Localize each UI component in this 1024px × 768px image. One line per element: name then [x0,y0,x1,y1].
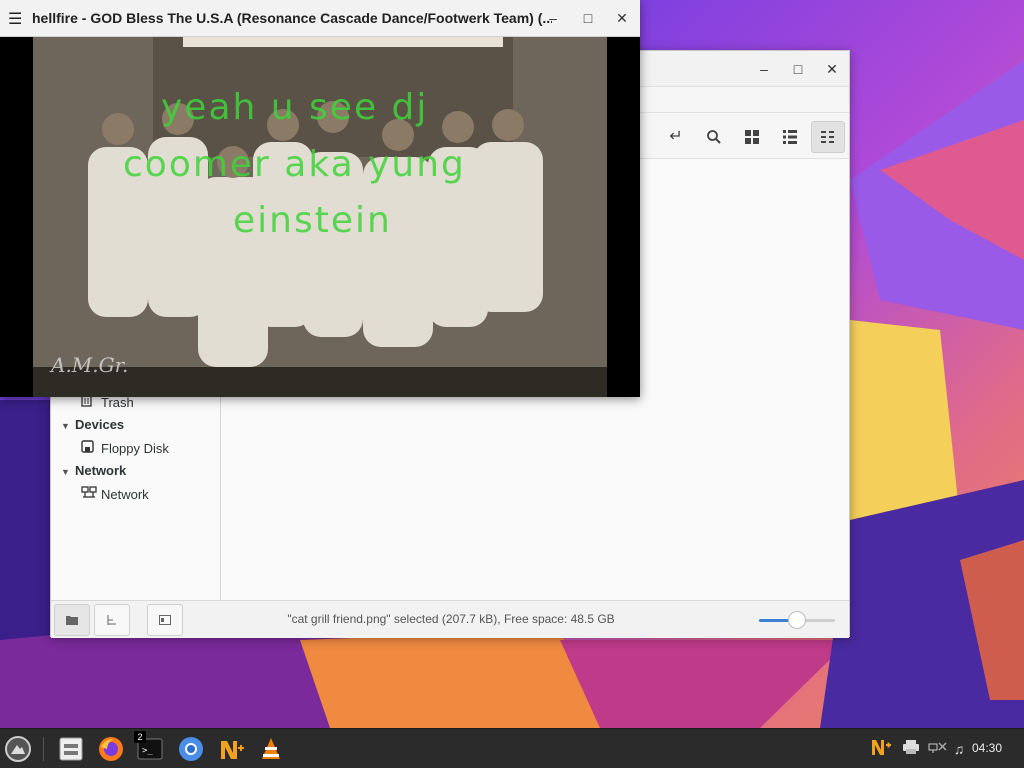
collapse-triangle-icon[interactable]: ▼ [61,421,75,431]
status-text: "cat grill friend.png" selected (207.7 k… [287,612,615,626]
icon-view-icon[interactable] [735,121,769,153]
lyric-line-3: einstein [233,200,392,241]
chromium-icon[interactable] [175,733,207,765]
clock[interactable]: 04:30 [972,741,1002,755]
sidebar-item-label: Network [101,487,149,502]
video-title: hellfire - GOD Bless The U.S.A (Resonanc… [32,10,552,26]
svg-text:>_: >_ [142,746,153,756]
vlc-icon[interactable] [255,733,287,765]
fm-close-button[interactable]: ✕ [822,59,842,79]
floppy-disk-icon [81,440,101,456]
file-manager-icon[interactable] [55,733,87,765]
notepadqq-icon[interactable] [215,733,247,765]
sidebar-item-label: Floppy Disk [101,441,169,456]
compact-view-icon[interactable] [811,121,845,153]
menu-icon[interactable] [2,733,34,765]
sidebar-item-floppy-disk[interactable]: Floppy Disk [81,440,169,456]
file-manager-statusbar: "cat grill friend.png" selected (207.7 k… [51,600,849,638]
facility-sign [183,37,503,47]
head [102,113,134,145]
redo-icon[interactable]: ↵ [659,121,693,153]
printer-icon[interactable] [900,737,922,761]
video-minimize-button[interactable]: – [542,8,564,28]
video-maximize-button[interactable]: □ [577,8,599,28]
wall-magenta [560,640,850,728]
video-close-button[interactable]: ✕ [611,8,633,28]
sidebar-item-label: Trash [101,395,134,410]
taskbar: >_ 2 ♫ 04:30 [0,728,1024,768]
music-icon[interactable]: ♫ [948,737,970,761]
zoom-slider-knob[interactable] [788,611,806,629]
network-disconnected-icon[interactable] [926,737,948,761]
collapse-triangle-icon[interactable]: ▼ [61,467,75,477]
firefox-icon[interactable] [95,733,127,765]
taskbar-separator [43,737,44,761]
sidebar-heading-label: Network [75,463,127,478]
terminal-icon[interactable]: >_ 2 [134,731,166,765]
fm-maximize-button[interactable]: □ [788,59,808,79]
network-icon [81,486,101,502]
search-icon[interactable] [697,121,731,153]
sidebar-heading-network[interactable]: ▼ Network [61,463,126,478]
fm-minimize-button[interactable]: – [754,59,774,79]
signature: A.M.Gr. [51,353,129,377]
video-titlebar[interactable]: ☰ hellfire - GOD Bless The U.S.A (Resona… [0,0,640,37]
zoom-slider[interactable] [759,611,835,629]
video-player-window: ☰ hellfire - GOD Bless The U.S.A (Resona… [0,0,640,397]
person [363,157,433,347]
sidebar-heading-devices[interactable]: ▼ Devices [61,417,124,432]
lyric-line-1: yeah u see dj [161,87,429,128]
wall-orange [300,630,600,728]
sidebar-heading-label: Devices [75,417,125,432]
lyric-line-2: coomer aka yung [123,144,466,185]
person [473,142,543,312]
video-frame[interactable]: yeah u see dj coomer aka yung einstein A… [33,37,607,397]
terminal-badge: 2 [134,731,146,743]
hamburger-menu-icon[interactable]: ☰ [8,9,22,29]
sidebar-item-network[interactable]: Network [81,486,149,502]
notepadqq-tray-icon[interactable] [870,737,892,761]
list-view-icon[interactable] [773,121,807,153]
head [492,109,524,141]
head [442,111,474,143]
